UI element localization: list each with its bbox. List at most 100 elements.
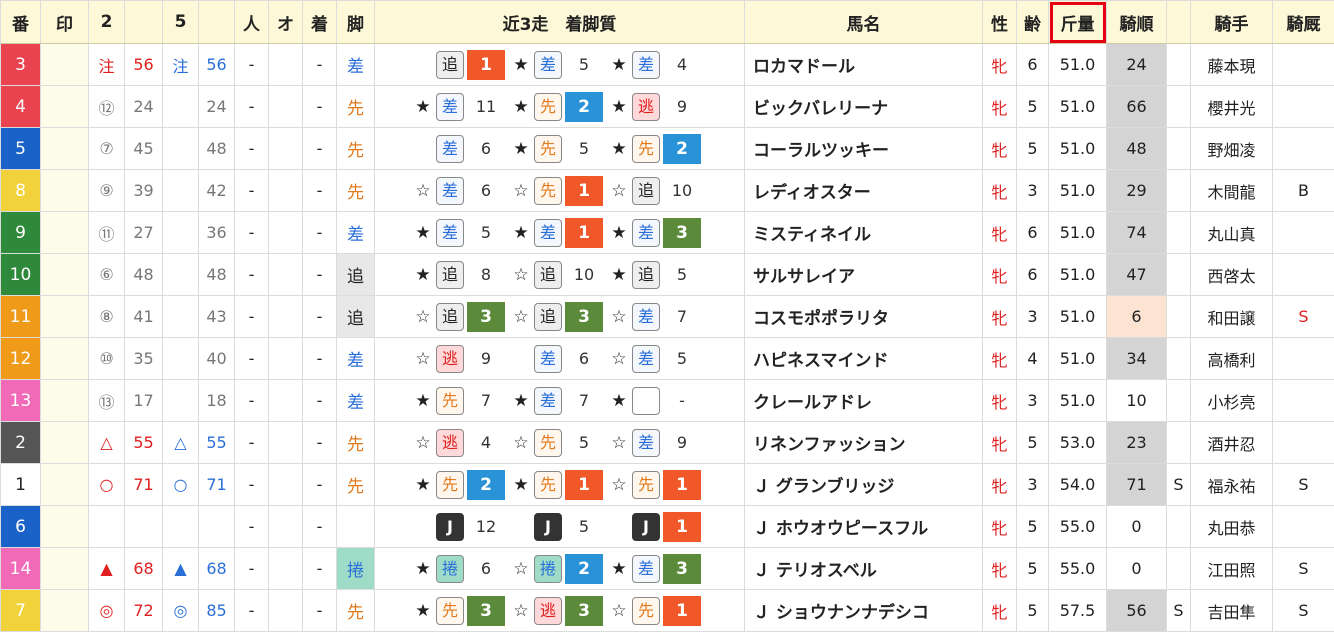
recent-race[interactable]: ★ 先 2 xyxy=(609,133,701,164)
jockey-name[interactable]: 和田譲 xyxy=(1190,295,1273,338)
table-row[interactable]: 3 注 56 注 56- - 差追 1 ★ 差 5 ★ 差 4 ロカマドール牝 6 51.0 24 藤本現 xyxy=(0,43,1334,86)
header-c5b[interactable] xyxy=(198,0,235,44)
mark-cell[interactable] xyxy=(40,295,89,338)
recent-race[interactable]: ★ 捲 6 xyxy=(413,554,505,583)
horse-name[interactable]: コーラルツッキー xyxy=(744,127,983,170)
recent-race[interactable]: ★ - xyxy=(609,386,701,415)
mark-cell[interactable] xyxy=(40,169,89,212)
recent-race[interactable]: ☆ 追 3 xyxy=(511,301,603,332)
recent-race[interactable]: ★ 差 5 xyxy=(511,50,603,79)
jockey-name[interactable]: 丸山真 xyxy=(1190,211,1273,254)
mark-input[interactable] xyxy=(42,213,88,253)
jockey-name[interactable]: 吉田隼 xyxy=(1190,589,1273,632)
horse-name[interactable]: レディオスター xyxy=(744,169,983,212)
table-row[interactable]: 13 ⑬ 17 18- - 差 ★ 先 7 ★ 差 7 ★ - クレールアドレ牝 3 51.0 10 小杉亮 xyxy=(0,379,1334,422)
header-age[interactable]: 齢 xyxy=(1016,0,1049,44)
jockey-name[interactable]: 酒井忍 xyxy=(1190,421,1273,464)
horse-name[interactable]: リネンファッション xyxy=(744,421,983,464)
recent-race[interactable]: ★ 先 3 xyxy=(413,595,505,626)
mark-input[interactable] xyxy=(42,45,88,85)
horse-name[interactable]: ハピネスマインド xyxy=(744,337,983,380)
jockey-name[interactable]: 丸田恭 xyxy=(1190,505,1273,548)
mark-input[interactable] xyxy=(42,423,88,463)
header-jockey[interactable]: 騎手 xyxy=(1190,0,1273,44)
mark-input[interactable] xyxy=(42,591,88,631)
recent-race[interactable]: ★ 追 5 xyxy=(609,260,701,289)
recent-race[interactable]: ★ 先 2 xyxy=(511,91,603,122)
mark-cell[interactable] xyxy=(40,421,89,464)
recent-race[interactable]: ☆ 差 7 xyxy=(609,302,701,331)
header-popularity[interactable]: 人 xyxy=(234,0,269,44)
header-jockey-stable[interactable]: 騎厩 xyxy=(1272,0,1334,44)
horse-name[interactable]: ビックバレリーナ xyxy=(744,85,983,128)
header-ban[interactable]: 番 xyxy=(0,0,41,44)
recent-race[interactable]: ☆ 逃 9 xyxy=(413,344,505,373)
table-row[interactable]: 14 ▲ 68 ▲ 68- - 捲 ★ 捲 6 ☆ 捲 2 ★ 差 3 Ｊ テリオスベル牝 5 55.0 0 江田照 S xyxy=(0,547,1334,590)
horse-name[interactable]: ロカマドール xyxy=(744,43,983,86)
recent-race[interactable]: ☆ 先 1 xyxy=(511,175,603,206)
header-c2[interactable]: 2 xyxy=(88,0,125,44)
recent-race[interactable]: ★ 差 7 xyxy=(511,386,603,415)
recent-race[interactable]: ☆ 逃 3 xyxy=(511,595,603,626)
table-row[interactable]: 5 ⑦ 45 48- - 先差 6 ★ 先 5 ★ 先 2 コーラルツッキー牝 5 51.0 48 野畑凌 xyxy=(0,127,1334,170)
jockey-name[interactable]: 高橋利 xyxy=(1190,337,1273,380)
horse-name[interactable]: Ｊ ホウオウピースフル xyxy=(744,505,983,548)
header-weight[interactable]: 斤量 xyxy=(1048,0,1107,44)
jockey-name[interactable]: 江田照 xyxy=(1190,547,1273,590)
mark-input[interactable] xyxy=(42,171,88,211)
recent-race[interactable]: ☆ 逃 4 xyxy=(413,428,505,457)
recent-race[interactable]: ★ 差 1 xyxy=(511,217,603,248)
mark-input[interactable] xyxy=(42,381,88,421)
mark-cell[interactable] xyxy=(40,505,89,548)
table-row[interactable]: 1 ○ 71 ○ 71- - 先 ★ 先 2 ★ 先 1 ☆ 先 1 Ｊ グランブリッジ牝 3 54.0 71 S 福永祐… xyxy=(0,463,1334,506)
mark-input[interactable] xyxy=(42,465,88,505)
recent-race[interactable]: 差6 xyxy=(413,134,505,163)
table-row[interactable]: 2 △ 55 △ 55- - 先 ☆ 逃 4 ☆ 先 5 ☆ 差 9 リネンファッション牝 5 53.0 23 酒井忍 xyxy=(0,421,1334,464)
header-c5[interactable]: 5 xyxy=(162,0,199,44)
recent-race[interactable]: ★ 先 1 xyxy=(511,469,603,500)
mark-cell[interactable] xyxy=(40,85,89,128)
recent-race[interactable]: ☆ 差 6 xyxy=(413,176,505,205)
mark-cell[interactable] xyxy=(40,337,89,380)
jockey-name[interactable]: 野畑凌 xyxy=(1190,127,1273,170)
mark-input[interactable] xyxy=(42,129,88,169)
mark-cell[interactable] xyxy=(40,43,89,86)
recent-race[interactable]: ☆ 追 10 xyxy=(511,260,603,289)
recent-race[interactable]: ★ 差 3 xyxy=(609,217,701,248)
jockey-name[interactable]: 櫻井光 xyxy=(1190,85,1273,128)
recent-race[interactable]: ★ 逃 9 xyxy=(609,92,701,121)
recent-race[interactable]: ☆ 先 5 xyxy=(511,428,603,457)
recent-race[interactable]: J 12 xyxy=(413,512,505,541)
table-row[interactable]: 8 ⑨ 39 42- - 先 ☆ 差 6 ☆ 先 1 ☆ 追 10 レディオスター牝 3 51.0 29 木間龍 B xyxy=(0,169,1334,212)
jockey-name[interactable]: 西啓太 xyxy=(1190,253,1273,296)
horse-name[interactable]: Ｊ テリオスベル xyxy=(744,547,983,590)
recent-race[interactable]: ☆ 先 1 xyxy=(609,595,701,626)
recent-race[interactable]: ☆ 先 1 xyxy=(609,469,701,500)
jockey-name[interactable]: 藤本現 xyxy=(1190,43,1273,86)
mark-cell[interactable] xyxy=(40,211,89,254)
mark-cell[interactable] xyxy=(40,127,89,170)
mark-input[interactable] xyxy=(42,255,88,295)
header-finish[interactable]: 着 xyxy=(302,0,337,44)
mark-input[interactable] xyxy=(42,87,88,127)
mark-cell[interactable] xyxy=(40,589,89,632)
table-row[interactable]: 7 ◎ 72 ◎ 85- - 先 ★ 先 3 ☆ 逃 3 ☆ 先 1 Ｊ ショウナンナデシコ牝 5 57.5 56 S 吉… xyxy=(0,589,1334,632)
horse-name[interactable]: サルサレイア xyxy=(744,253,983,296)
recent-race[interactable]: ★ 先 5 xyxy=(511,134,603,163)
horse-name[interactable]: ミスティネイル xyxy=(744,211,983,254)
header-style[interactable]: 脚 xyxy=(336,0,375,44)
table-row[interactable]: 12 ⑩ 35 40- - 差 ☆ 逃 9 差 6 ☆ 差 5 ハピネスマインド牝 4 51.0 34 高橋利 xyxy=(0,337,1334,380)
mark-cell[interactable] xyxy=(40,253,89,296)
table-row[interactable]: 10 ⑥ 48 48- - 追 ★ 追 8 ☆ 追 10 ★ 追 5 サルサレイア牝 6 51.0 47 西啓太 xyxy=(0,253,1334,296)
header-odds[interactable]: オ xyxy=(268,0,303,44)
recent-race[interactable]: 差6 xyxy=(511,344,603,373)
recent-race[interactable]: J1 xyxy=(609,511,701,542)
mark-cell[interactable] xyxy=(40,379,89,422)
mark-input[interactable] xyxy=(42,339,88,379)
recent-race[interactable]: 追1 xyxy=(413,49,505,80)
recent-race[interactable]: ★ 追 8 xyxy=(413,260,505,289)
recent-race[interactable]: ★ 差 4 xyxy=(609,50,701,79)
horse-name[interactable]: コスモポポラリタ xyxy=(744,295,983,338)
mark-input[interactable] xyxy=(42,297,88,337)
table-row[interactable]: 6- - J 12 J 5 J 1 Ｊ ホウオウピースフル牝 5 55.0 0 丸田恭 xyxy=(0,505,1334,548)
